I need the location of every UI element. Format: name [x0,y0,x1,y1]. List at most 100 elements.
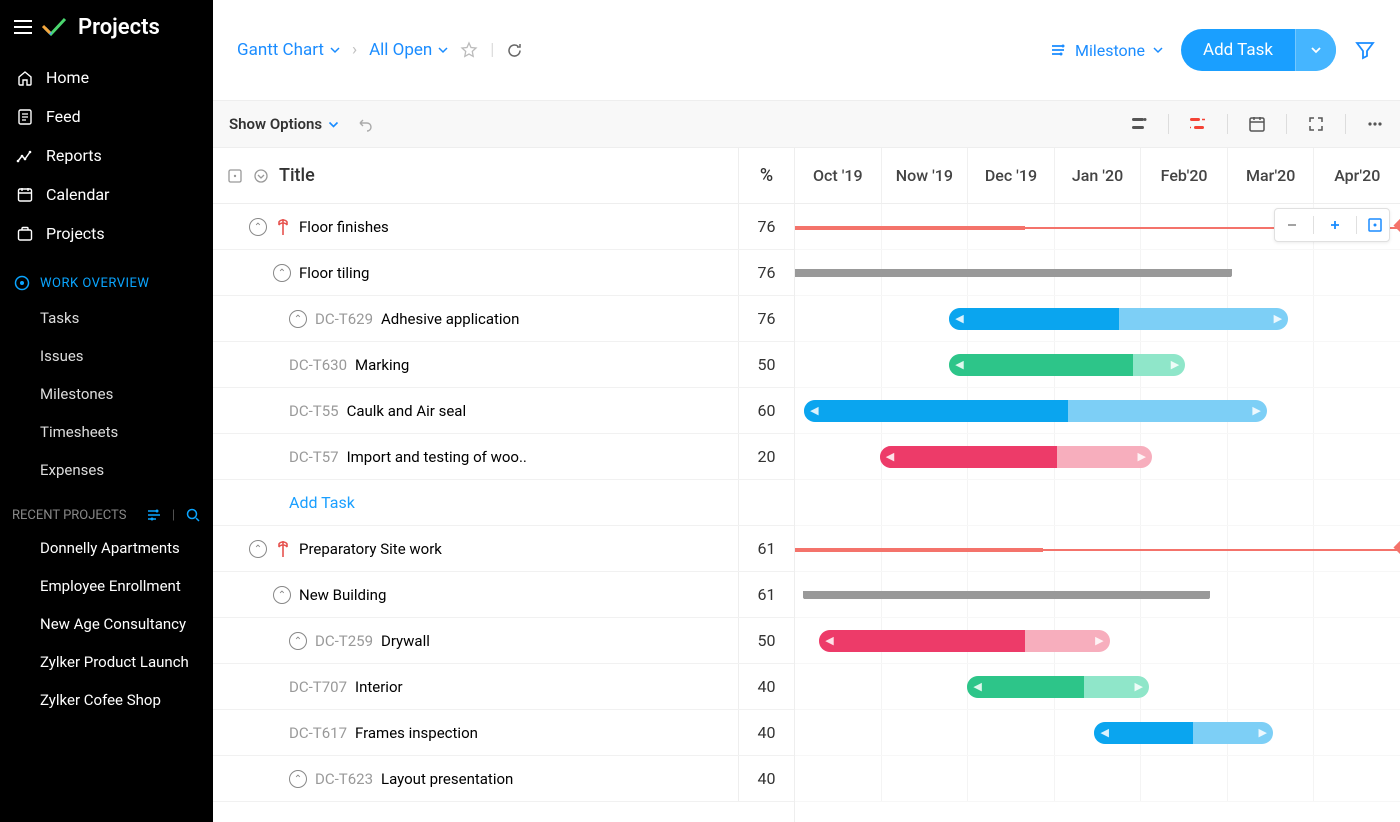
breadcrumb-filter[interactable]: All Open [369,40,448,60]
pct-cell: 40 [738,756,794,801]
work-item-tasks[interactable]: Tasks [0,299,213,337]
pct-cell [738,480,794,525]
summary-bar[interactable] [804,591,1209,599]
grid-row[interactable]: DC-T623Layout presentation40 [213,756,794,802]
column-title: Title [279,165,315,186]
grid-row[interactable]: DC-T629Adhesive application76 [213,296,794,342]
view-mode-2-icon[interactable] [1187,113,1209,135]
app-logo [42,14,68,40]
gantt-row [795,250,1400,296]
settings-icon[interactable] [146,507,162,523]
task-bar[interactable]: ◀▶ [1094,722,1272,744]
row-title: Marking [355,356,409,374]
view-mode-1-icon[interactable] [1128,113,1150,135]
more-icon[interactable] [1364,113,1386,135]
pct-cell: 76 [738,250,794,295]
gantt-row [795,480,1400,526]
add-task-link[interactable]: Add Task [289,493,355,512]
grid-row[interactable]: DC-T617Frames inspection40 [213,710,794,756]
task-id: DC-T630 [289,356,347,374]
grid-row[interactable]: New Building61 [213,572,794,618]
breadcrumb-separator: › [352,40,357,60]
grid-row[interactable]: Floor finishes76 [213,204,794,250]
collapse-icon[interactable] [273,586,291,604]
task-bar[interactable]: ◀▶ [880,446,1152,468]
timeline-month: Feb'20 [1140,148,1227,203]
collapse-icon[interactable] [249,540,267,558]
milestone-dropdown[interactable]: Milestone [1049,41,1163,60]
breadcrumb-gantt[interactable]: Gantt Chart [237,40,340,60]
add-task-button[interactable]: Add Task [1181,29,1336,71]
milestone-flag-icon [275,539,291,559]
recent-project[interactable]: Zylker Product Launch [0,643,213,681]
nav-reports[interactable]: Reports [0,136,213,175]
topbar: Gantt Chart › All Open | Milestone Add T… [213,0,1400,100]
milestone-line [795,549,1400,551]
summary-bar[interactable] [795,269,1231,277]
gantt-content: Title % Floor finishes76Floor tiling76DC… [213,148,1400,822]
task-bar[interactable]: ◀▶ [949,308,1288,330]
gantt-row: ◀▶ [795,388,1400,434]
zoom-fit-icon[interactable] [1367,217,1383,233]
nav-projects[interactable]: Projects [0,214,213,253]
task-bar[interactable]: ◀▶ [967,676,1149,698]
row-title: Floor finishes [299,218,389,236]
home-icon [16,69,34,87]
work-item-milestones[interactable]: Milestones [0,375,213,413]
sidebar: Projects HomeFeedReportsCalendarProjects… [0,0,213,822]
reports-icon [16,147,34,165]
collapse-icon[interactable] [289,632,307,650]
search-icon[interactable] [185,507,201,523]
task-bar[interactable]: ◀▶ [804,400,1267,422]
grid-row[interactable]: DC-T57Import and testing of woo..20 [213,434,794,480]
task-id: DC-T57 [289,448,339,466]
recent-project[interactable]: New Age Consultancy [0,605,213,643]
undo-icon[interactable] [353,113,375,135]
row-title: Interior [355,678,403,696]
nav-feed[interactable]: Feed [0,97,213,136]
gantt-row: ◀▶ [795,434,1400,480]
expand-all-icon[interactable] [253,168,269,184]
grid-row[interactable]: DC-T630Marking50 [213,342,794,388]
app-title: Projects [78,15,160,40]
zoom-out[interactable] [1281,218,1303,232]
filter-icon[interactable] [1354,39,1376,61]
grid-row[interactable]: DC-T55Caulk and Air seal60 [213,388,794,434]
row-options-icon[interactable] [227,168,243,184]
timeline-month: Oct '19 [795,148,881,203]
recent-project[interactable]: Employee Enrollment [0,567,213,605]
collapse-icon[interactable] [289,770,307,788]
fullscreen-icon[interactable] [1305,113,1327,135]
recent-project[interactable]: Donnelly Apartments [0,529,213,567]
grid-row[interactable]: DC-T259Drywall50 [213,618,794,664]
work-item-issues[interactable]: Issues [0,337,213,375]
gantt-row [795,526,1400,572]
collapse-icon[interactable] [289,310,307,328]
work-overview-header[interactable]: WORK OVERVIEW [0,253,213,299]
gantt-row: ◀▶ [795,618,1400,664]
left-pane: Title % Floor finishes76Floor tiling76DC… [213,148,795,822]
recent-project[interactable]: Zylker Cofee Shop [0,681,213,719]
work-item-expenses[interactable]: Expenses [0,451,213,489]
collapse-icon[interactable] [273,264,291,282]
calendar-icon[interactable] [1246,113,1268,135]
nav-calendar[interactable]: Calendar [0,175,213,214]
add-task-caret[interactable] [1295,29,1336,71]
refresh-icon[interactable] [506,42,523,59]
grid-row[interactable]: Floor tiling76 [213,250,794,296]
zoom-in[interactable] [1324,218,1346,232]
nav-home[interactable]: Home [0,58,213,97]
work-item-timesheets[interactable]: Timesheets [0,413,213,451]
show-options[interactable]: Show Options [229,115,339,133]
grid-row[interactable]: Preparatory Site work61 [213,526,794,572]
grid-row[interactable]: DC-T707Interior40 [213,664,794,710]
grid-row[interactable]: Add Task [213,480,794,526]
hamburger-icon[interactable] [14,20,32,34]
star-icon[interactable] [460,41,478,59]
pct-cell: 40 [738,710,794,755]
gantt-row [795,756,1400,802]
collapse-icon[interactable] [249,218,267,236]
pct-cell: 50 [738,618,794,663]
task-bar[interactable]: ◀▶ [819,630,1109,652]
task-bar[interactable]: ◀▶ [949,354,1185,376]
